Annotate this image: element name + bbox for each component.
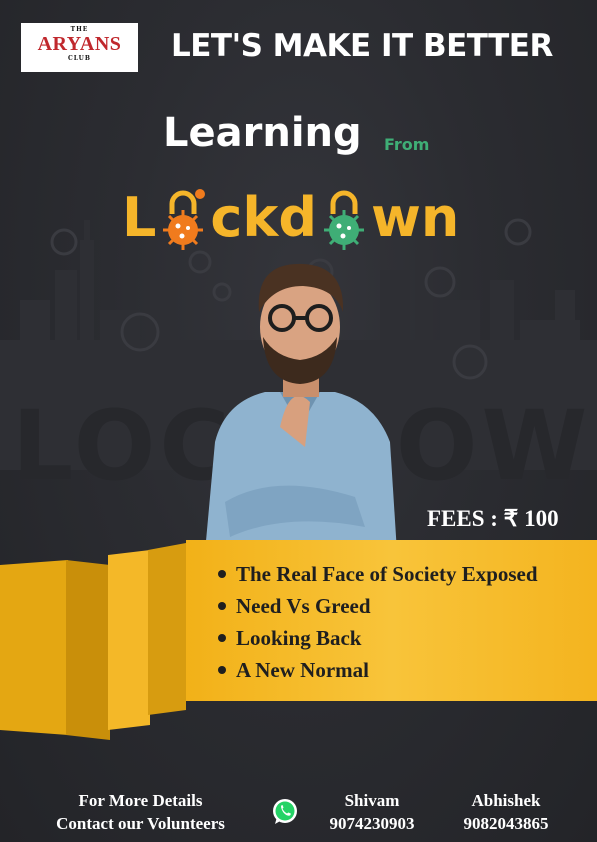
bullet-icon [218, 666, 226, 674]
lockdown-part-1: L [122, 186, 157, 249]
topic-text: A New Normal [236, 658, 369, 682]
contact-phone[interactable]: 9074230903 [316, 812, 428, 835]
list-item: The Real Face of Society Exposed [216, 558, 538, 590]
headline-learning: Learning [163, 110, 362, 156]
aryans-club-logo: THE ARYANS CLUB [21, 23, 138, 72]
list-item: Need Vs Greed [216, 590, 538, 622]
orange-padlock-virus-icon [163, 189, 206, 250]
fees-label: FEES : ₹ 100 [427, 506, 559, 531]
topics-list: The Real Face of Society Exposed Need Vs… [216, 558, 538, 686]
list-item: Looking Back [216, 622, 538, 654]
footer-line-1: For More Details [78, 791, 203, 810]
headline-from: From [384, 135, 430, 154]
contact-abhishek: Abhishek 9082043865 [450, 789, 562, 835]
logo-the: THE [70, 26, 89, 33]
bullet-icon [218, 634, 226, 642]
topic-text: The Real Face of Society Exposed [236, 562, 538, 586]
lockdown-part-3: wn [371, 186, 460, 249]
tagline: LET'S MAKE IT BETTER [171, 28, 553, 64]
bullet-icon [218, 602, 226, 610]
topic-text: Need Vs Greed [236, 594, 371, 618]
contact-name: Shivam [344, 791, 400, 810]
topic-text: Looking Back [236, 626, 362, 650]
lockdown-part-2: ckd [210, 186, 317, 249]
footer-details: For More Details Contact our Volunteers [33, 789, 248, 835]
contact-phone[interactable]: 9082043865 [450, 812, 562, 835]
headline-lockdown: L ckd wn [122, 178, 460, 250]
man-thinking-photo [205, 263, 397, 552]
contact-name: Abhishek [471, 791, 541, 810]
footer-line-2: Contact our Volunteers [56, 814, 225, 833]
bullet-icon [218, 570, 226, 578]
poster: LOCKDOWN THE ARYANS CLUB LET'S MAKE IT B… [0, 0, 597, 842]
whatsapp-icon[interactable] [270, 797, 300, 827]
green-padlock-virus-icon [324, 190, 364, 250]
logo-name: ARYANS [37, 33, 122, 55]
logo-club: CLUB [68, 55, 91, 62]
contact-shivam: Shivam 9074230903 [316, 789, 428, 835]
topics-panel: The Real Face of Society Exposed Need Vs… [186, 540, 597, 701]
list-item: A New Normal [216, 654, 538, 686]
